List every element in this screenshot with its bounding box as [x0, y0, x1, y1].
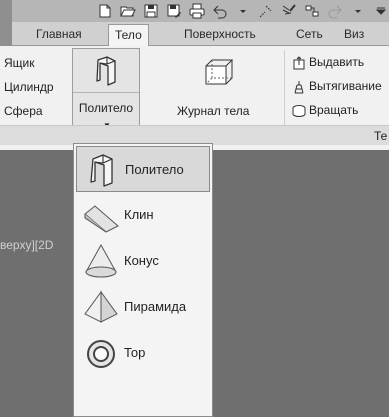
ribbon-tabs: Главная Тело Поверхность Сеть Виз [0, 22, 389, 47]
menu-item-label: Клин [124, 207, 154, 222]
dropdown-arrow-icon[interactable] [349, 2, 367, 20]
quick-access-toolbar [0, 0, 389, 22]
save-as-icon[interactable] [165, 2, 183, 20]
open-icon[interactable] [119, 2, 137, 20]
solid-history-label: Журнал тела [177, 104, 250, 118]
extrude-icon [293, 56, 305, 70]
panel-footer [0, 125, 389, 145]
polysolid-dropdown-menu: Политело Клин Конус Пирамида Тор [73, 143, 213, 417]
box-button[interactable]: Ящик [4, 55, 35, 71]
wedge-icon [84, 205, 119, 233]
polysolid-icon [90, 154, 113, 187]
polysolid-button[interactable] [73, 49, 139, 93]
menu-item-label: Конус [124, 253, 159, 268]
menu-item-polysolid[interactable]: Политело [76, 146, 210, 192]
menu-item-label: Тор [124, 345, 146, 360]
workspace-icon[interactable] [303, 2, 321, 20]
tab-surface[interactable]: Поверхность [178, 24, 262, 46]
tabs-left-edge [0, 22, 12, 46]
extrude-button[interactable]: Выдавить [309, 54, 364, 70]
menu-item-cone[interactable]: Конус [76, 238, 210, 284]
tab-mesh[interactable]: Сеть [290, 24, 329, 46]
pyramid-icon [84, 290, 118, 323]
new-icon[interactable] [96, 2, 114, 20]
application-menu-edge[interactable] [0, 0, 12, 22]
tab-solid[interactable]: Тело [108, 24, 149, 47]
loft-icon [294, 81, 304, 94]
menu-item-torus[interactable]: Тор [76, 330, 210, 376]
tab-visualize[interactable]: Виз [338, 24, 370, 46]
sphere-button[interactable]: Сфера [4, 103, 43, 119]
match-properties-icon[interactable] [257, 2, 275, 20]
tab-home[interactable]: Главная [30, 24, 88, 46]
print-icon[interactable] [188, 2, 206, 20]
polysolid-button-label: Политело [78, 101, 134, 115]
ribbon-panel: Ящик Цилиндр Сфера Политело ▼ Журнал тел… [0, 46, 389, 150]
redo-icon[interactable] [326, 2, 344, 20]
save-icon[interactable] [142, 2, 160, 20]
cylinder-button[interactable]: Цилиндр [4, 79, 54, 95]
torus-icon [87, 340, 115, 368]
solid-history-button[interactable] [200, 56, 234, 91]
customize-icon[interactable] [372, 2, 389, 20]
menu-item-label: Политело [125, 162, 184, 177]
polysolid-icon [96, 55, 116, 86]
undo-icon[interactable] [211, 2, 229, 20]
loft-button[interactable]: Вытягивание [309, 78, 382, 94]
dropdown-arrow-icon[interactable] [234, 2, 252, 20]
cone-icon [85, 243, 117, 278]
brush-icon[interactable] [280, 2, 298, 20]
viewport-label[interactable]: верху][2D [0, 238, 53, 252]
menu-item-wedge[interactable]: Клин [76, 192, 210, 238]
revolve-icon [292, 105, 306, 117]
menu-item-label: Пирамида [124, 299, 187, 314]
menu-item-pyramid[interactable]: Пирамида [76, 284, 210, 330]
solid-history-icon [205, 59, 234, 85]
panel-footer-label[interactable]: Те [374, 129, 387, 143]
revolve-button[interactable]: Вращать [309, 102, 358, 118]
